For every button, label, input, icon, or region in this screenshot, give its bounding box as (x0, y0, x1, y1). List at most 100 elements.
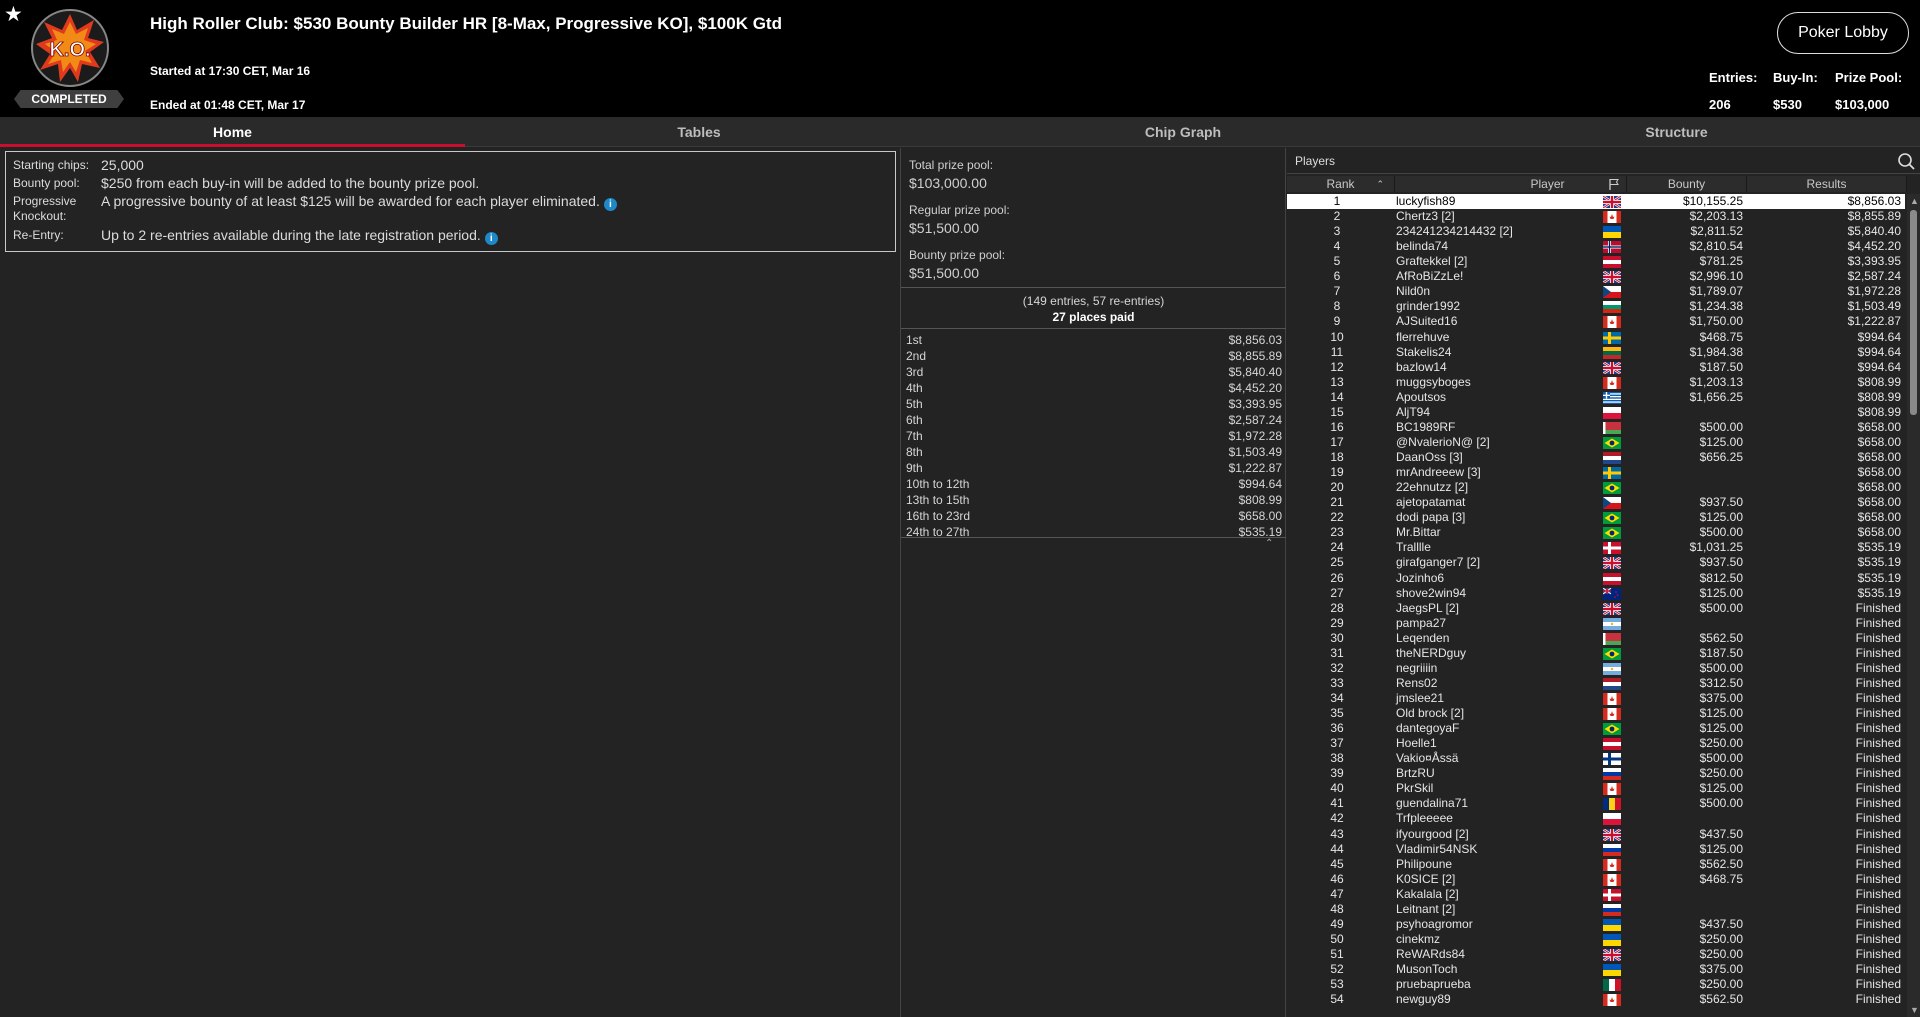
bounty-cell: $375.00 (1699, 690, 1743, 705)
result-cell: $3,393.95 (1847, 254, 1901, 269)
result-cell: $994.64 (1857, 344, 1901, 359)
table-row[interactable]: 17 @NvalerioN@ [2] $125.00 $658.00 (1287, 435, 1905, 450)
table-row[interactable]: 46 K0SICE [2] $468.75 Finished (1287, 872, 1905, 887)
tab-tables[interactable]: Tables (465, 117, 933, 147)
table-row[interactable]: 40 PkrSkil $125.00 Finished (1287, 781, 1905, 796)
table-row[interactable]: 28 JaegsPL [2] $500.00 Finished (1287, 601, 1905, 616)
table-row[interactable]: 48 Leitnant [2] Finished (1287, 902, 1905, 917)
table-row[interactable]: 20 22ehnutzz [2] $658.00 (1287, 480, 1905, 495)
bounty-cell: $125.00 (1699, 781, 1743, 796)
rank-cell: 14 (1330, 389, 1344, 404)
table-row[interactable]: 19 mrAndreeew [3] $658.00 (1287, 465, 1905, 480)
payout-amount: $4,452.20 (1228, 381, 1282, 395)
table-row[interactable]: 6 AfRoBiZzLe! $2,996.10 $2,587.24 (1287, 269, 1905, 285)
table-row[interactable]: 8 grinder1992 $1,234.38 $1,503.49 (1287, 299, 1905, 314)
table-row[interactable]: 26 Jozinho6 $812.50 $535.19 (1287, 571, 1905, 586)
player-name-cell: Rens02 (1396, 675, 1438, 690)
payout-place: 10th to 12th (906, 477, 970, 491)
table-row[interactable]: 44 Vladimir54NSK $125.00 Finished (1287, 842, 1905, 857)
col-header-results[interactable]: Results (1747, 176, 1907, 192)
rank-cell: 12 (1330, 359, 1344, 374)
table-row[interactable]: 11 Stakelis24 $1,984.38 $994.64 (1287, 345, 1905, 360)
table-row[interactable]: 12 bazlow14 $187.50 $994.64 (1287, 360, 1905, 375)
poker-lobby-button[interactable]: Poker Lobby (1777, 12, 1909, 54)
table-row[interactable]: 36 dantegoyaF $125.00 Finished (1287, 721, 1905, 736)
info-icon[interactable]: i (484, 232, 498, 245)
table-row[interactable]: 53 pruebaprueba $250.00 Finished (1287, 977, 1905, 992)
scroll-up-icon[interactable]: ▲ (1910, 196, 1919, 206)
table-row[interactable]: 39 BrtzRU $250.00 Finished (1287, 766, 1905, 781)
col-header-country[interactable] (1601, 176, 1627, 192)
table-row[interactable]: 35 Old brock [2] $125.00 Finished (1287, 706, 1905, 721)
tab-home[interactable]: Home (0, 117, 465, 147)
collapse-chevron-icon[interactable]: ⌃ (1265, 538, 1273, 549)
table-row[interactable]: 1 luckyfish89 $10,155.25 $8,856.03 (1287, 194, 1905, 209)
table-row[interactable]: 37 Hoelle1 $250.00 Finished (1287, 736, 1905, 751)
table-row[interactable]: 50 cinekmz $250.00 Finished (1287, 932, 1905, 947)
bounty-cell: $468.75 (1699, 871, 1743, 886)
player-name-cell: K0SICE [2] (1396, 871, 1456, 886)
table-row[interactable]: 30 Leqenden $562.50 Finished (1287, 631, 1905, 646)
table-row[interactable]: 4 belinda74 $2,810.54 $4,452.20 (1287, 239, 1905, 254)
table-row[interactable]: 15 AljT94 $808.99 (1287, 405, 1905, 420)
tab-chip-graph[interactable]: Chip Graph (933, 117, 1433, 147)
table-row[interactable]: 21 ajetopatamat $937.50 $658.00 (1287, 495, 1905, 510)
table-row[interactable]: 25 girafganger7 [2] $937.50 $535.19 (1287, 555, 1905, 571)
player-name-cell: MusonToch (1396, 962, 1458, 977)
table-row[interactable]: 23 Mr.Bittar $500.00 $658.00 (1287, 525, 1905, 540)
col-header-bounty[interactable]: Bounty (1627, 176, 1747, 192)
favorite-star-icon[interactable]: ★ (4, 4, 23, 25)
table-row[interactable]: 41 guendalina71 $500.00 Finished (1287, 796, 1905, 811)
bounty-cell: $125.00 (1699, 841, 1743, 856)
table-row[interactable]: 5 Graftekkel [2] $781.25 $3,393.95 (1287, 254, 1905, 269)
table-row[interactable]: 34 jmslee21 $375.00 Finished (1287, 691, 1905, 706)
table-row[interactable]: 32 negriiiin $500.00 Finished (1287, 661, 1905, 676)
table-row[interactable]: 49 psyhoagromor $437.50 Finished (1287, 917, 1905, 932)
rank-cell: 25 (1330, 555, 1344, 570)
result-cell: Finished (1855, 962, 1901, 977)
rank-cell: 10 (1330, 329, 1344, 344)
rank-cell: 46 (1330, 871, 1344, 886)
table-row[interactable]: 3 234241234214432 [2] $2,811.52 $5,840.40 (1287, 224, 1905, 239)
table-row[interactable]: 45 Philipoune $562.50 Finished (1287, 857, 1905, 872)
table-row[interactable]: 9 AJSuited16 $1,750.00 $1,222.87 (1287, 314, 1905, 329)
table-row[interactable]: 29 pampa27 Finished (1287, 616, 1905, 631)
table-row[interactable]: 22 dodi papa [3] $125.00 $658.00 (1287, 510, 1905, 525)
info-icon[interactable]: i (603, 198, 617, 211)
table-row[interactable]: 2 Chertz3 [2] $2,203.13 $8,855.89 (1287, 209, 1905, 224)
player-name-cell: girafganger7 [2] (1396, 555, 1481, 570)
tab-structure[interactable]: Structure (1433, 117, 1920, 147)
table-row[interactable]: 33 Rens02 $312.50 Finished (1287, 676, 1905, 691)
table-row[interactable]: 54 newguy89 $562.50 Finished (1287, 992, 1905, 1007)
br-flag-icon (1603, 436, 1621, 449)
table-row[interactable]: 52 MusonToch $375.00 Finished (1287, 962, 1905, 977)
table-row[interactable]: 51 ReWARds84 $250.00 Finished (1287, 947, 1905, 962)
search-icon[interactable] (1897, 152, 1915, 170)
table-row[interactable]: 14 Apoutsos $1,656.25 $808.99 (1287, 390, 1905, 405)
table-row[interactable]: 13 muggsyboges $1,203.13 $808.99 (1287, 375, 1905, 390)
table-row[interactable]: 27 shove2win94 $125.00 $535.19 (1287, 586, 1905, 601)
bounty-cell: $656.25 (1699, 450, 1743, 465)
scroll-thumb[interactable] (1910, 210, 1917, 415)
table-row[interactable]: 24 Tralllle $1,031.25 $535.19 (1287, 540, 1905, 555)
table-row[interactable]: 16 BC1989RF $500.00 $658.00 (1287, 420, 1905, 435)
ar-flag-icon (1603, 662, 1621, 675)
table-row[interactable]: 31 theNERDguy $187.50 Finished (1287, 646, 1905, 661)
result-cell: Finished (1855, 766, 1901, 781)
table-row[interactable]: 7 Nild0n $1,789.07 $1,972.28 (1287, 284, 1905, 299)
player-name-cell: shove2win94 (1396, 585, 1467, 600)
table-row[interactable]: 10 flerrehuve $468.75 $994.64 (1287, 330, 1905, 345)
table-row[interactable]: 42 Trfpleeeee Finished (1287, 811, 1905, 826)
table-row[interactable]: 43 ifyourgood [2] $437.50 Finished (1287, 827, 1905, 842)
table-row[interactable]: 18 DaanOss [3] $656.25 $658.00 (1287, 450, 1905, 465)
cz-flag-icon (1603, 497, 1621, 510)
table-row[interactable]: 47 Kakalala [2] Finished (1287, 887, 1905, 902)
result-cell: $8,855.89 (1847, 209, 1901, 224)
players-scrollbar[interactable]: ▲ ▼ (1907, 194, 1920, 1017)
payout-amount: $8,855.89 (1228, 349, 1282, 363)
scroll-down-icon[interactable]: ▼ (1910, 1005, 1919, 1015)
ua-flag-icon (1603, 933, 1621, 946)
col-header-rank[interactable]: Rank ⌃ (1287, 176, 1395, 192)
rank-cell: 49 (1330, 916, 1344, 931)
table-row[interactable]: 38 Vakio¤Åssä $500.00 Finished (1287, 751, 1905, 766)
